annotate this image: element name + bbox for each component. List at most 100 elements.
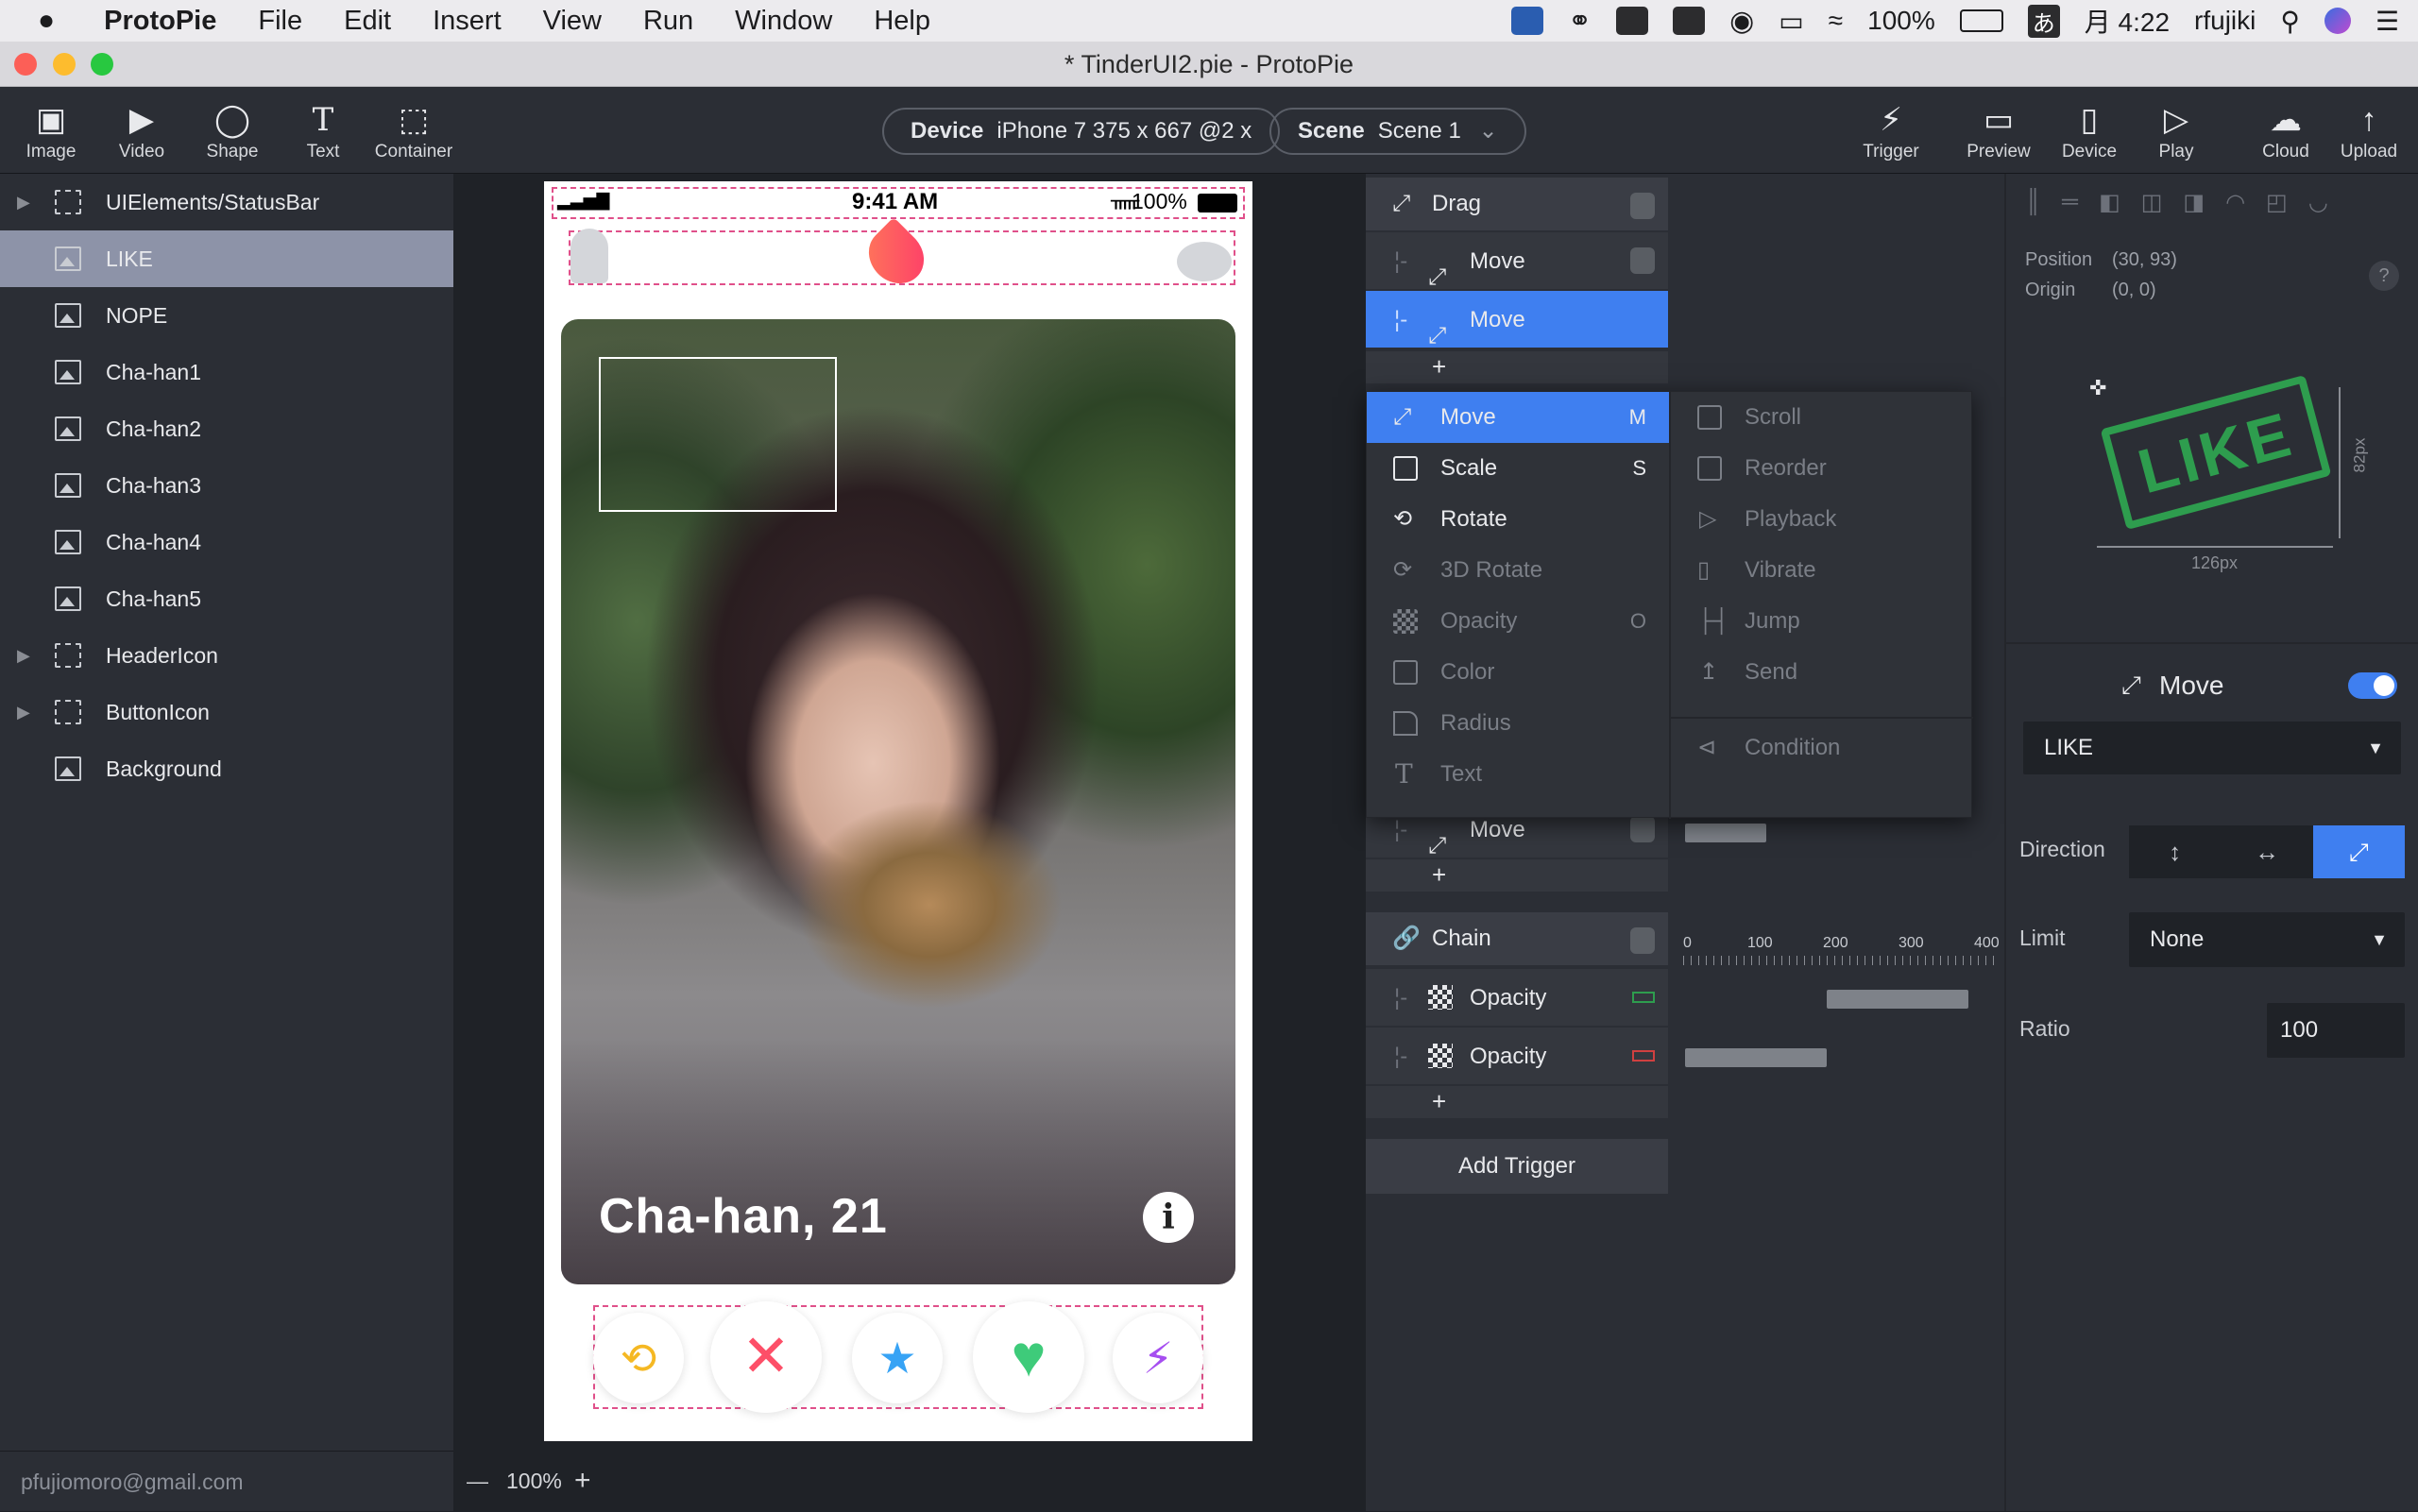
timeline-bar[interactable] [1685,824,1766,842]
hand-icon[interactable] [1630,247,1655,274]
favorites-icon[interactable] [1673,7,1706,35]
menu-item-3d-rotate[interactable]: ⟳ 3D Rotate [1367,545,1669,596]
menu-window[interactable]: Window [735,6,832,37]
add-response-button[interactable]: + [1432,859,1446,890]
ratio-input[interactable]: 100 [2267,1003,2405,1058]
zoom-value[interactable]: 100% [506,1451,562,1511]
expand-arrow-icon[interactable]: ▶ [17,174,30,230]
layer-chahan2[interactable]: Cha-han2 [0,400,453,457]
hand-icon[interactable] [1630,193,1655,219]
distribute-horizontal-icon[interactable]: ║ [2025,189,2041,227]
direction-vertical-button[interactable]: ↕ [2129,825,2221,878]
wifi-icon[interactable]: ≈ [1829,6,1843,36]
menu-item-send[interactable]: ↥ Send [1671,647,1973,698]
menu-item-jump[interactable]: ├┤ Jump [1671,596,1973,647]
menu-view[interactable]: View [543,6,602,37]
layer-chahan3[interactable]: Cha-han3 [0,457,453,514]
layer-like[interactable]: LIKE [0,230,453,287]
rewind-button[interactable]: ⟲ [593,1313,684,1403]
menu-item-reorder[interactable]: Reorder [1671,443,1973,494]
istat-icon[interactable] [1510,7,1543,35]
response-opacity-1[interactable]: ¦- Opacity [1366,969,1668,1028]
container-tool-button[interactable]: ⬚ Container [368,87,459,174]
siri-icon[interactable] [2324,8,2351,34]
layer-chahan4[interactable]: Cha-han4 [0,514,453,570]
layer-background[interactable]: Background [0,740,453,797]
response-move-2[interactable]: ¦- ⤢ Move [1366,291,1668,349]
profile-card-photo[interactable]: Cha-han, 21 i [561,319,1235,1284]
hat-icon[interactable]: ◉ [1729,5,1754,38]
align-center-icon[interactable]: ◫ [2141,189,2163,227]
boost-button[interactable]: ⚡ [1113,1313,1203,1403]
direction-both-button[interactable]: ⤢ [2312,825,2405,878]
zoom-window-button[interactable] [91,53,113,76]
text-tool-button[interactable]: T Text [278,87,368,174]
menu-item-playback[interactable]: ▷ Playback [1671,494,1973,545]
preview-button[interactable]: ▭ Preview [1953,87,2044,174]
layer-buttonicon[interactable]: ▶ ButtonIcon [0,684,453,740]
scene-selector[interactable]: Scene Scene 1 ⌄ [1269,108,1526,155]
apple-icon[interactable]: ● [38,5,55,37]
upload-button[interactable]: ↑ Upload [2324,87,2414,174]
response-opacity-2[interactable]: ¦- Opacity [1366,1028,1668,1086]
response-toggle[interactable] [2348,672,2397,699]
shape-tool-button[interactable]: ◯ Shape [187,87,278,174]
trigger-chain[interactable]: 🔗 Chain [1366,912,1668,965]
help-icon[interactable]: ? [2369,261,2399,291]
user-name[interactable]: rfujiki [2194,6,2256,36]
profile-icon[interactable] [570,229,608,283]
layer-headericon[interactable]: ▶ HeaderIcon [0,627,453,684]
add-response-button[interactable]: + [1432,1086,1446,1116]
align-top-icon[interactable]: ◠ [2225,189,2245,227]
align-bottom-icon[interactable]: ◡ [2308,189,2328,227]
video-tool-button[interactable]: ▶ Video [96,87,187,174]
add-response-row[interactable]: + [1366,1086,1668,1118]
menu-run[interactable]: Run [643,6,693,37]
device-selector[interactable]: Device iPhone 7 375 x 667 @2 x [882,108,1281,155]
image-tool-button[interactable]: ▣ Image [6,87,96,174]
menu-item-scale[interactable]: Scale S [1367,443,1669,494]
menu-item-color[interactable]: Color [1367,647,1669,698]
origin-crosshair-icon[interactable]: ✜ [2089,376,2106,400]
menu-item-radius[interactable]: Radius [1367,698,1669,749]
phone-artboard[interactable]: ▂▃▅▇ ≈ 9:41 AM ᚅ 100% Cha-han, 21 i ⟲ ✕ … [544,181,1252,1441]
hand-icon[interactable] [1630,816,1655,842]
like-stamp-outline[interactable] [599,357,837,512]
align-middle-icon[interactable]: ◰ [2266,189,2288,227]
close-window-button[interactable] [14,53,37,76]
nope-button[interactable]: ✕ [710,1301,822,1413]
direction-horizontal-button[interactable]: ↔ [2221,825,2312,878]
zoom-out-button[interactable]: — [467,1451,488,1511]
play-button[interactable]: ▷ Play [2131,87,2222,174]
menu-item-rotate[interactable]: ⟲ Rotate [1367,494,1669,545]
superlike-button[interactable]: ★ [852,1313,943,1403]
menu-edit[interactable]: Edit [344,6,391,37]
menu-file[interactable]: File [258,6,302,37]
distribute-vertical-icon[interactable]: ═ [2062,189,2078,227]
add-response-button[interactable]: + [1432,351,1446,382]
add-trigger-button[interactable]: Add Trigger [1366,1139,1668,1194]
cloud-button[interactable]: ☁ Cloud [2240,87,2331,174]
menu-item-condition[interactable]: ⊲ Condition [1671,722,1973,773]
info-button[interactable]: i [1143,1192,1194,1243]
align-right-icon[interactable]: ◨ [2183,189,2205,227]
target-layer-select[interactable]: LIKE ▼ [2023,722,2401,774]
add-response-row[interactable]: + [1366,351,1668,383]
hand-icon[interactable] [1630,927,1655,954]
menu-insert[interactable]: Insert [433,6,502,37]
layer-nope[interactable]: NOPE [0,287,453,344]
limit-select[interactable]: None ▼ [2129,912,2405,967]
menu-item-vibrate[interactable]: ▯ Vibrate [1671,545,1973,596]
minimize-window-button[interactable] [53,53,76,76]
creative-cloud-icon[interactable]: ⚭ [1568,5,1592,38]
layer-statusbar[interactable]: ▶ UIElements/StatusBar [0,174,453,230]
notification-center-icon[interactable]: ☰ [2375,6,2399,37]
menu-item-move[interactable]: ⤢ Move M [1367,392,1669,443]
expand-arrow-icon[interactable]: ▶ [17,684,30,740]
add-response-row[interactable]: + [1366,859,1668,892]
menu-item-scroll[interactable]: Scroll [1671,392,1973,443]
ime-indicator[interactable]: あ [2027,4,2060,38]
spotlight-icon[interactable]: ⚲ [2280,6,2300,37]
timeline-bar[interactable] [1827,990,1968,1009]
app-status-icon[interactable] [1616,7,1649,35]
